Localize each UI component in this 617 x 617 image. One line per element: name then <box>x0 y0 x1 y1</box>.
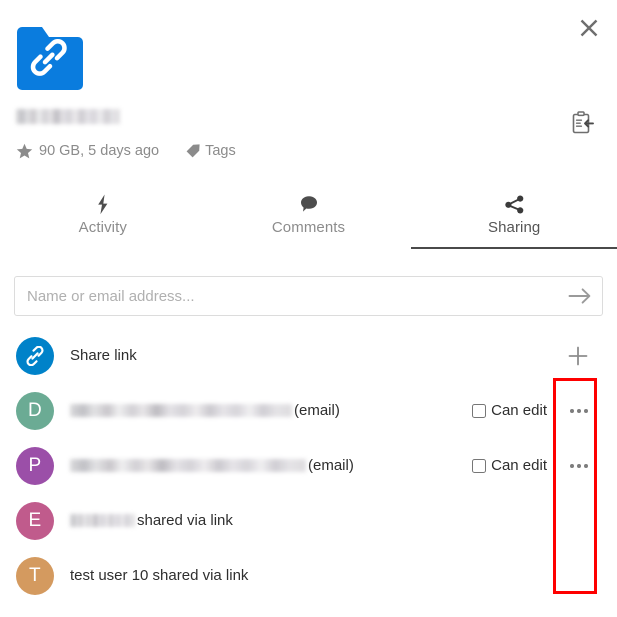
star-icon[interactable] <box>16 143 33 160</box>
can-edit-label: Can edit <box>491 402 547 419</box>
share-recipient-input[interactable] <box>15 277 558 315</box>
tab-activity-label: Activity <box>78 219 127 236</box>
tags-button[interactable]: Tags <box>185 143 236 159</box>
folder-link-icon <box>16 26 84 92</box>
tags-label: Tags <box>205 143 236 159</box>
redacted-user-name <box>70 459 306 472</box>
share-user-label-p: (email) <box>70 457 413 474</box>
file-name <box>16 105 601 127</box>
arrow-right-icon <box>568 288 591 304</box>
share-row-user-p[interactable]: P (email) Can edit <box>0 438 617 493</box>
more-options-icon <box>577 408 581 413</box>
share-icon <box>411 194 617 216</box>
clipboard-move-icon <box>572 110 594 133</box>
share-list: Share link D (email) Can edit P (email) … <box>0 328 617 603</box>
share-row-link[interactable]: Share link <box>0 328 617 383</box>
share-row-user-e[interactable]: E shared via link <box>0 493 617 548</box>
share-user-suffix: (email) <box>308 457 354 474</box>
permission-can-edit-d[interactable]: Can edit <box>472 402 547 419</box>
redacted-user-name <box>70 514 135 527</box>
comment-bubble-icon <box>206 194 412 216</box>
share-row-user-d[interactable]: D (email) Can edit <box>0 383 617 438</box>
share-user-label-t: test user 10 shared via link <box>70 567 424 584</box>
detail-tabs: Activity Comments Sharing <box>0 188 617 250</box>
link-icon <box>26 345 44 366</box>
can-edit-checkbox[interactable] <box>472 403 487 418</box>
can-edit-label: Can edit <box>491 457 547 474</box>
avatar: D <box>16 391 54 430</box>
avatar: T <box>16 556 54 595</box>
more-options-icon <box>577 463 581 468</box>
more-options-button[interactable] <box>559 396 599 426</box>
avatar: E <box>16 501 54 540</box>
more-options-icon <box>584 463 588 468</box>
file-name-redacted <box>16 108 120 124</box>
redacted-user-name <box>70 404 292 417</box>
more-options-button[interactable] <box>559 451 599 481</box>
permission-can-edit-p[interactable]: Can edit <box>472 457 547 474</box>
tab-comments[interactable]: Comments <box>206 188 412 249</box>
plus-icon <box>568 346 588 365</box>
share-user-suffix: test user 10 shared via link <box>70 567 249 584</box>
add-share-link-button[interactable] <box>561 339 595 373</box>
file-details-panel: 90 GB, 5 days ago Tags Activity Comments… <box>0 0 617 617</box>
file-size-and-time: 90 GB, 5 days ago <box>39 143 160 159</box>
link-avatar <box>16 336 54 375</box>
share-row-user-t[interactable]: T test user 10 shared via link <box>0 548 617 603</box>
tag-icon <box>185 143 201 159</box>
share-user-label-e: shared via link <box>70 512 416 529</box>
share-user-label-d: (email) <box>70 402 406 419</box>
lightning-icon <box>0 194 206 216</box>
tab-sharing[interactable]: Sharing <box>411 188 617 249</box>
tab-sharing-label: Sharing <box>487 219 541 236</box>
file-meta-row: 90 GB, 5 days ago Tags <box>16 141 601 161</box>
share-recipient-field[interactable] <box>14 276 603 316</box>
share-user-suffix: (email) <box>294 402 340 419</box>
share-submit-button[interactable] <box>558 277 602 315</box>
tab-activity[interactable]: Activity <box>0 188 206 249</box>
file-header: 90 GB, 5 days ago Tags <box>16 26 601 161</box>
share-link-label: Share link <box>70 347 137 364</box>
can-edit-checkbox[interactable] <box>472 458 487 473</box>
share-user-suffix: shared via link <box>137 512 233 529</box>
avatar: P <box>16 446 54 485</box>
more-options-icon <box>570 463 574 468</box>
clipboard-move-button[interactable] <box>567 108 597 138</box>
more-options-icon <box>570 408 574 413</box>
tab-comments-label: Comments <box>271 219 346 236</box>
more-options-icon <box>584 408 588 413</box>
